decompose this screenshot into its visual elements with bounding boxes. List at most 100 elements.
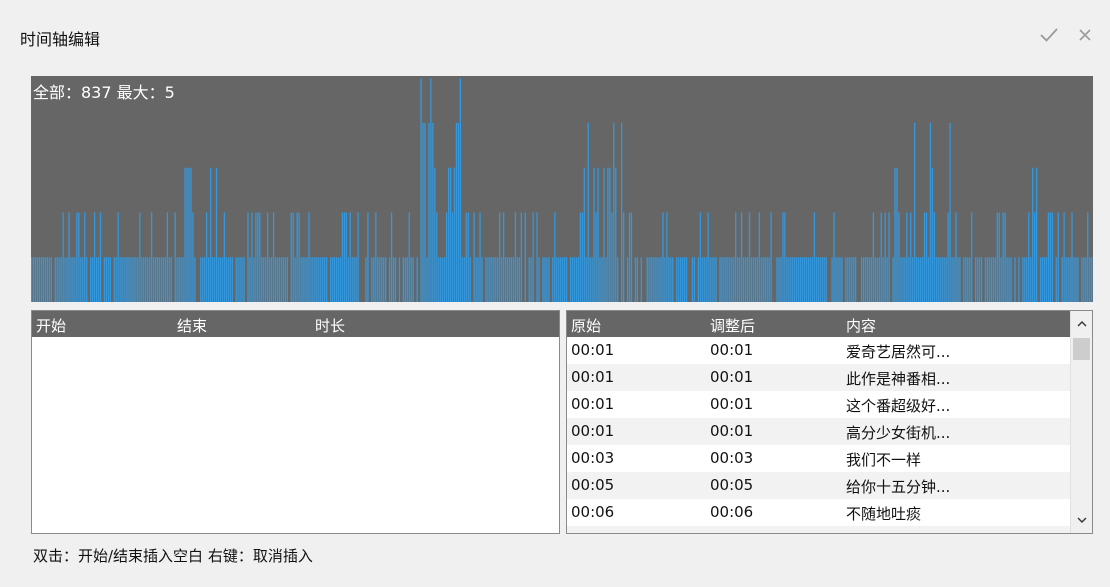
density-bar <box>579 212 581 302</box>
table-row[interactable]: 00:01 00:01 高分少女街机... <box>567 418 1070 445</box>
table-row[interactable]: 00:01 00:01 此作是神番相... <box>567 364 1070 391</box>
column-duration[interactable]: 时长 <box>315 315 345 336</box>
density-bar <box>853 257 855 302</box>
density-bar <box>461 257 463 302</box>
density-bar <box>1073 257 1075 302</box>
density-bar <box>615 167 617 302</box>
density-bar <box>447 167 450 302</box>
density-bar <box>990 257 993 302</box>
density-bar <box>731 257 733 302</box>
chevron-down-icon[interactable] <box>1071 507 1092 533</box>
density-bar <box>107 257 109 302</box>
cell-adjusted: 00:01 <box>710 341 754 359</box>
density-bar <box>921 257 924 302</box>
density-bar <box>988 257 991 302</box>
density-bar <box>1071 212 1073 302</box>
density-bar <box>719 257 721 302</box>
density-bar <box>707 212 709 302</box>
table-row[interactable]: 00:06 00:06 不随地吐痰 <box>567 499 1070 526</box>
density-bar <box>691 257 694 302</box>
density-bar <box>752 257 755 302</box>
density-bar <box>847 257 849 302</box>
density-bar <box>93 212 96 302</box>
density-bar <box>823 257 825 302</box>
density-bar <box>630 212 633 302</box>
density-bar <box>70 257 72 302</box>
density-bar <box>916 257 918 302</box>
density-bar <box>1067 257 1069 302</box>
density-bar <box>1010 257 1012 302</box>
density-bar <box>351 257 353 302</box>
density-bar <box>337 257 340 302</box>
scrollbar-thumb[interactable] <box>1073 338 1090 360</box>
density-bar <box>48 257 50 302</box>
density-bar <box>131 257 133 302</box>
density-bar <box>1014 257 1016 302</box>
density-bar <box>481 257 483 302</box>
density-bar <box>202 257 204 302</box>
density-bar <box>247 212 249 302</box>
density-bar <box>95 257 98 302</box>
table-row[interactable]: 00:03 00:03 我们不一样 <box>567 445 1070 472</box>
density-bar <box>192 212 194 302</box>
density-bar <box>1061 257 1063 302</box>
density-bar <box>839 257 841 302</box>
gaps-table[interactable]: 开始 结束 时长 <box>31 310 560 534</box>
density-bar <box>558 257 560 302</box>
density-bar <box>882 257 884 302</box>
density-bar <box>1065 257 1067 302</box>
density-bar <box>931 167 934 302</box>
density-bar <box>276 257 279 302</box>
density-bar <box>200 257 202 302</box>
vertical-scrollbar[interactable] <box>1070 311 1092 533</box>
density-bar <box>1022 257 1024 302</box>
table-row[interactable]: 00:07 00:07 请你们不要话别 <box>567 526 1070 533</box>
density-bar <box>1083 257 1085 302</box>
table-row[interactable]: 00:01 00:01 这个番超级好... <box>567 391 1070 418</box>
density-bar <box>406 257 408 302</box>
density-bar <box>434 167 436 302</box>
density-bar <box>851 257 853 302</box>
density-bar <box>477 257 479 302</box>
chevron-up-icon[interactable] <box>1071 311 1092 337</box>
density-bar <box>510 257 513 302</box>
cell-original: 00:01 <box>571 368 615 386</box>
check-icon[interactable] <box>1038 24 1060 46</box>
density-bar <box>80 257 82 302</box>
density-bar <box>672 257 674 302</box>
density-bar <box>296 212 298 302</box>
cell-adjusted: 00:07 <box>710 530 753 533</box>
close-icon[interactable] <box>1074 24 1096 46</box>
density-bar <box>994 257 996 302</box>
cell-adjusted: 00:01 <box>710 395 754 413</box>
density-bar <box>270 257 273 302</box>
density-bar <box>259 212 261 302</box>
column-content[interactable]: 内容 <box>846 315 876 336</box>
density-bar <box>640 257 642 302</box>
density-bar <box>204 257 206 302</box>
density-bar <box>506 257 509 302</box>
density-bar <box>837 257 839 302</box>
density-bar <box>864 257 867 302</box>
density-bar <box>184 167 186 302</box>
timeline-density-chart[interactable]: 全部：837 最大：5 <box>31 76 1093 302</box>
column-adjusted[interactable]: 调整后 <box>710 315 755 336</box>
density-bar <box>595 212 597 302</box>
column-original[interactable]: 原始 <box>571 315 601 336</box>
cell-content: 此作是神番相... <box>846 370 951 388</box>
density-bar <box>294 257 296 302</box>
density-bar <box>927 257 930 302</box>
density-bar <box>670 257 672 302</box>
column-end[interactable]: 结束 <box>177 315 207 336</box>
comments-table[interactable]: 原始 调整后 内容 00:01 00:01 爱奇艺居然可... 00:01 00:01 此… <box>566 310 1093 534</box>
density-bar <box>231 257 233 302</box>
density-bar <box>1045 257 1048 302</box>
table-row[interactable]: 00:05 00:05 给你十五分钟... <box>567 472 1070 499</box>
column-start[interactable]: 开始 <box>36 315 66 336</box>
density-bar <box>388 257 391 302</box>
density-bar <box>626 257 629 302</box>
density-bar <box>1032 167 1034 302</box>
density-bar <box>68 212 70 302</box>
density-bar <box>428 123 430 302</box>
table-row[interactable]: 00:01 00:01 爱奇艺居然可... <box>567 337 1070 364</box>
